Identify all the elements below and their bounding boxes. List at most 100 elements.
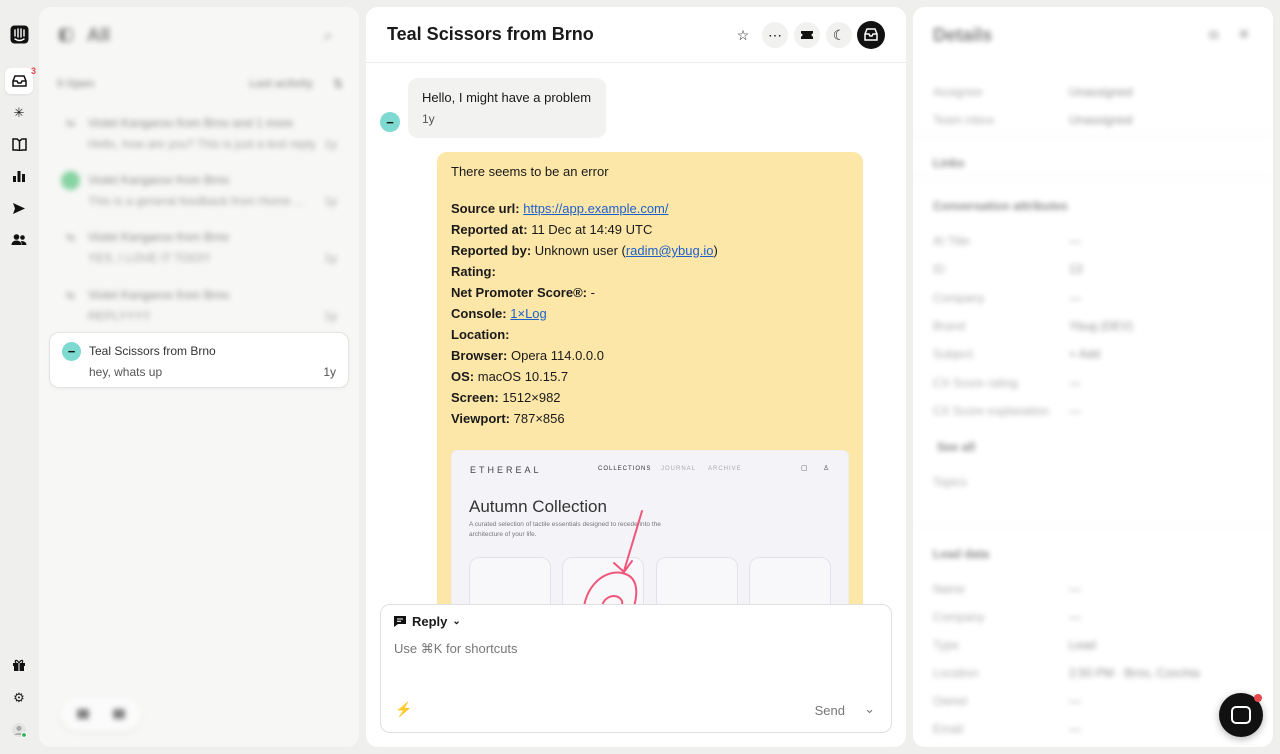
assignee-value[interactable]: Unassigned (1069, 85, 1132, 99)
console-log-link[interactable]: 1×Log (510, 306, 547, 321)
attribute-value[interactable]: — (1069, 404, 1081, 418)
report-reported-by: Reported by: Unknown user (radim@ybug.io… (451, 243, 718, 258)
lead-value[interactable]: — (1069, 610, 1081, 624)
send-button[interactable]: Send (815, 703, 845, 718)
conversation-item[interactable]: ⇆ Violet Kangaroo from Brno and 1 more H… (49, 105, 349, 161)
conversation-preview: This is a general feedback from Home ... (88, 194, 305, 208)
topics-label: Topics (933, 475, 968, 489)
lead-value[interactable]: 2:50 PM · Brno, Czechia (1069, 666, 1200, 680)
settings-gear-icon[interactable]: ⚙ (9, 688, 29, 708)
attribute-value[interactable]: Ybug (DEV) (1069, 319, 1133, 333)
notification-dot (1254, 694, 1262, 702)
knowledge-book-icon[interactable] (9, 134, 29, 154)
conversation-item[interactable]: ⇆ Violet Kangaroo from Brno YES, I LOVE … (49, 219, 349, 275)
attribute-value[interactable]: — (1069, 291, 1081, 305)
attributes-section-header[interactable]: Conversation attributes (933, 199, 1068, 213)
conversation-header: Teal Scissors from Brno ☆ ⋯ ☾ (366, 7, 906, 63)
reply-mode-dropdown[interactable]: Reply ⌄ (393, 614, 461, 629)
reports-icon[interactable] (9, 166, 29, 186)
snooze-icon[interactable]: ☾ (826, 22, 852, 48)
inbox-title: All (87, 25, 111, 45)
fin-ai-icon[interactable]: ✳ (9, 103, 29, 123)
annotation-arrow-icon (583, 510, 643, 604)
conversation-name: Violet Kangaroo from Brno and 1 more (88, 116, 294, 130)
ticket-icon[interactable] (794, 22, 820, 48)
star-icon[interactable]: ☆ (730, 22, 756, 48)
message-stream: Hello, I might have a problem 1y − There… (366, 64, 906, 604)
attribute-value[interactable]: — (1069, 376, 1081, 390)
attribute-value[interactable]: 13 (1069, 262, 1082, 276)
see-all-link[interactable]: See all (937, 440, 975, 454)
lead-label: Type (933, 638, 960, 652)
lead-data-section-header[interactable]: Lead data (933, 547, 989, 561)
bug-screenshot[interactable]: ETHEREAL COLLECTIONS JOURNAL ARCHIVE ▢ ♙… (451, 450, 849, 604)
conversation-time: 1y (323, 365, 336, 379)
report-reported-at: Reported at: 11 Dec at 14:49 UTC (451, 222, 653, 237)
lead-value[interactable]: — (1069, 582, 1081, 596)
user-avatar-icon[interactable] (9, 720, 29, 740)
conversation-name: Violet Kangaroo from Brno (88, 230, 230, 244)
links-section-header[interactable]: Links (933, 156, 964, 170)
attribute-label: Company (933, 291, 985, 305)
divider (913, 177, 1273, 178)
conversation-item[interactable]: Violet Kangaroo from Brno This is a gene… (49, 162, 349, 218)
lead-value[interactable]: — (1069, 722, 1081, 736)
search-icon[interactable]: ⌕ (324, 27, 332, 44)
report-viewport: Viewport: 787×856 (451, 411, 565, 426)
report-os: OS: macOS 10.15.7 (451, 369, 569, 384)
conversation-preview: YES, I LOVE IT TOO!!! (88, 251, 211, 265)
sort-dropdown[interactable]: Last activity (249, 78, 313, 90)
lead-label: Email (933, 722, 964, 736)
reporter-email-link[interactable]: radim@ybug.io (626, 243, 714, 258)
chat-icon (394, 616, 406, 627)
close-conversation-icon[interactable] (857, 21, 885, 49)
conversation-name: Teal Scissors from Brno (89, 344, 216, 358)
attribute-value[interactable]: + Add (1069, 347, 1100, 361)
outbound-send-icon[interactable] (9, 198, 29, 218)
contacts-icon[interactable] (9, 229, 29, 249)
table-view-icon[interactable] (113, 709, 125, 719)
user-avatar-icon (61, 171, 80, 190)
gift-icon[interactable] (9, 655, 29, 675)
reply-mode-label: Reply (412, 614, 448, 629)
conversation-item[interactable]: ⇆ Violet Kangaroo from Brno REPLYYYY 1y (49, 277, 349, 333)
lead-value[interactable]: Lead (1069, 638, 1096, 652)
more-options-icon[interactable]: ⋯ (762, 22, 788, 48)
view-toggle[interactable] (61, 697, 141, 731)
intercom-logo-icon[interactable] (9, 24, 29, 44)
send-options-chevron-icon[interactable]: ⌄ (864, 701, 875, 717)
attribute-value[interactable]: — (1069, 234, 1081, 248)
customer-avatar[interactable]: − (380, 112, 400, 132)
team-inbox-value[interactable]: Unassigned (1069, 113, 1132, 127)
conversation-time: 1y (324, 137, 337, 151)
inbox-icon[interactable]: 3 (5, 66, 36, 94)
user-avatar-icon: ⇆ (65, 232, 76, 244)
attribute-label: ID (933, 262, 945, 276)
report-screen: Screen: 1512×982 (451, 390, 561, 405)
attribute-label: CX Score rating (933, 376, 1018, 390)
list-view-icon[interactable] (77, 709, 89, 719)
lightning-macros-icon[interactable]: ⚡ (395, 701, 412, 718)
open-external-icon[interactable]: ⧉ (1209, 27, 1218, 43)
details-title: Details (933, 25, 993, 45)
lead-label: Name (933, 582, 966, 596)
lead-label: Owner (933, 694, 969, 708)
open-count[interactable]: 5 Open (57, 78, 94, 90)
nav-rail: 3 ✳ ⚙ (0, 0, 38, 754)
sort-order-icon[interactable]: ⇅ (333, 77, 343, 91)
divider (913, 525, 1273, 526)
conversation-item-selected[interactable]: − Teal Scissors from Brno hey, whats up … (49, 332, 349, 388)
conversation-time: 1y (324, 194, 337, 208)
chat-bubble-icon (1231, 706, 1251, 724)
sidebar-toggle-icon[interactable] (59, 28, 73, 47)
report-location: Location: (451, 327, 510, 342)
messenger-launcher[interactable] (1219, 693, 1263, 737)
report-intro: There seems to be an error (451, 164, 609, 179)
divider (913, 134, 1273, 135)
source-url-link[interactable]: https://app.example.com/ (523, 201, 668, 216)
reply-input[interactable]: Use ⌘K for shortcuts (394, 641, 518, 657)
lead-value[interactable]: — (1069, 694, 1081, 708)
lead-label: Company (933, 610, 985, 624)
close-icon[interactable]: ✕ (1238, 26, 1250, 43)
conversation-time: 1y (324, 251, 337, 265)
